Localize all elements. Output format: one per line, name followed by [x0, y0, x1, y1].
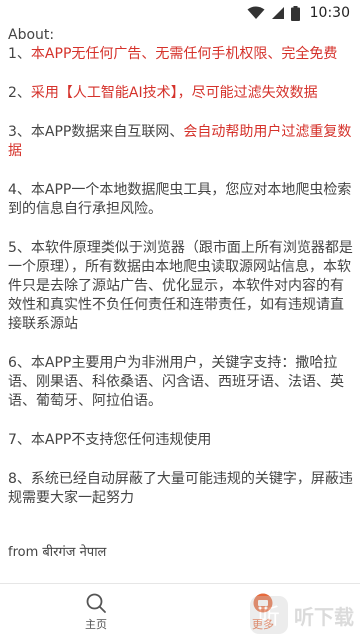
about-item: 5、本软件原理类似于浏览器（跟市面上所有浏览器都是一个原理），所有数据由本地爬虫… — [8, 239, 356, 334]
about-title: About: — [8, 27, 55, 43]
item-text: 7、本APP不支持您任何违规使用 — [8, 432, 212, 448]
about-item: 1、本APP无任何广告、无需任何手机权限、完全免费 — [8, 45, 356, 64]
item-text: 8、系统已经自动屏蔽了大量可能违规的关键字，屏蔽违规需要大家一起努力 — [8, 471, 353, 506]
item-text: 5、本软件原理类似于浏览器（跟市面上所有浏览器都是一个原理），所有数据由本地爬虫… — [8, 240, 353, 332]
highlight-text: 采用【人工智能AI技术】，尽可能过滤失效数据 — [30, 85, 318, 101]
battery-icon — [290, 5, 300, 21]
wifi-icon — [247, 6, 265, 20]
status-bar: 10:30 — [0, 0, 360, 26]
item-text: 3、本APP数据来自互联网、 — [8, 124, 184, 140]
about-list: 1、本APP无任何广告、无需任何手机权限、完全免费 2、采用【人工智能AI技术】，… — [8, 45, 356, 508]
status-time: 10:30 — [309, 5, 350, 21]
highlight-text: 本APP无任何广告、无需任何手机权限、完全免费 — [30, 46, 338, 62]
about-item: 2、采用【人工智能AI技术】，尽可能过滤失效数据 — [8, 84, 356, 103]
about-item: 4、本APP一个本地数据爬虫工具，您应对本地爬虫检索到的信息自行承担风险。 — [8, 181, 356, 219]
status-icons: 10:30 — [247, 4, 350, 22]
nav-home[interactable]: 主页 — [66, 590, 126, 632]
item-text: 2、 — [8, 85, 31, 101]
item-text: 6、本APP主要用户为非洲用户，关键字支持：撒哈拉语、刚果语、科依桑语、闪含语、… — [8, 355, 344, 409]
watermark-badge: 听 — [250, 596, 288, 634]
item-text: 4、本APP一个本地数据爬虫工具，您应对本地爬虫检索到的信息自行承担风险。 — [8, 182, 352, 217]
about-item: 7、本APP不支持您任何违规使用 — [8, 431, 356, 450]
about-item: 8、系统已经自动屏蔽了大量可能违规的关键字，屏蔽违规需要大家一起努力 — [8, 470, 356, 508]
about-content: About: 1、本APP无任何广告、无需任何手机权限、完全免费 2、采用【人工智… — [8, 26, 356, 562]
watermark-text: 听下载 — [294, 604, 354, 629]
item-text: 1、 — [8, 46, 31, 62]
from-location: from बीरगंज नेपाल — [8, 545, 107, 560]
nav-home-label: 主页 — [85, 618, 107, 631]
about-item: 3、本APP数据来自互联网、会自动帮助用户过滤重复数据 — [8, 123, 356, 161]
signal-icon — [271, 6, 285, 20]
watermark-logo: 听 听下载 — [250, 596, 354, 634]
about-item: 6、本APP主要用户为非洲用户，关键字支持：撒哈拉语、刚果语、科依桑语、闪含语、… — [8, 354, 356, 411]
search-icon — [66, 590, 126, 616]
